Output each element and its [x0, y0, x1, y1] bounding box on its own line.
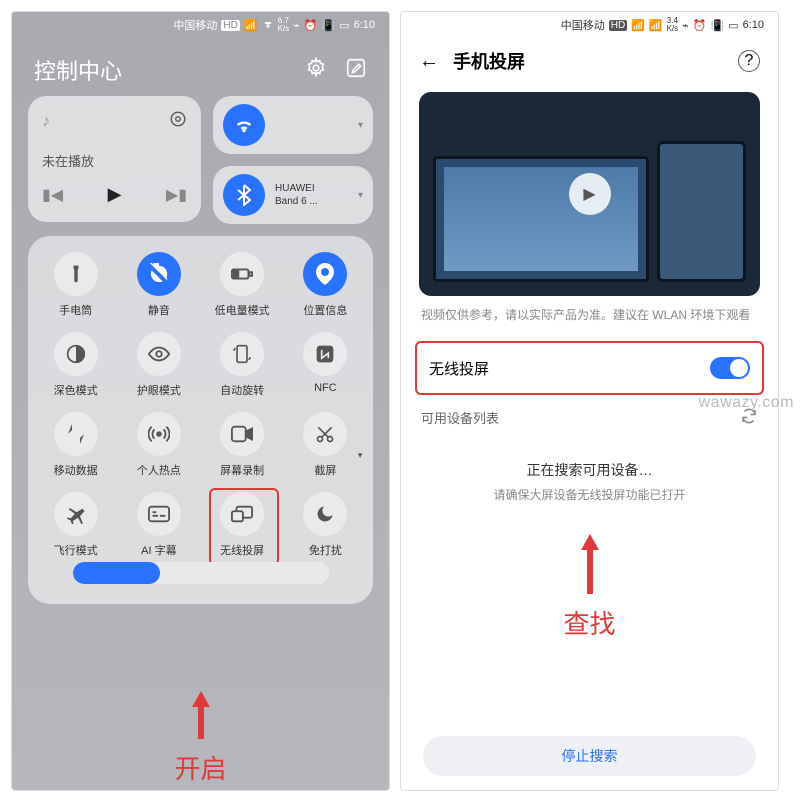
sun-high-icon: ☀ — [337, 563, 351, 583]
wifi-icon — [262, 19, 274, 32]
phone-illustration — [657, 141, 746, 282]
record-icon — [220, 412, 264, 456]
chevron-down-icon: ▾ — [358, 120, 363, 131]
tile-auto-rotate[interactable]: 自动旋转 — [207, 332, 277, 398]
searching-status: 正在搜索可用设备… 请确保大屏设备无线投屏功能已打开 — [401, 460, 778, 503]
tile-dark-mode[interactable]: 深色模式 — [41, 332, 111, 398]
signal-icon: 📶 — [244, 19, 258, 32]
quick-tiles-panel: 手电筒 静音 低电量模式 位置信息 深色模式 护眼模式 自动旋转 NFC 移动数… — [28, 236, 373, 604]
bluetooth-icon: ⌁ — [682, 19, 689, 32]
music-status: 未在播放 — [42, 151, 187, 170]
eye-icon — [137, 332, 181, 376]
tile-mute[interactable]: 静音 — [124, 252, 194, 318]
control-center-title: 控制中心 — [34, 54, 122, 86]
chevron-down-icon: ▾ — [358, 190, 363, 201]
tile-screenshot[interactable]: 截屏▾ — [290, 412, 360, 478]
tile-hotspot[interactable]: 个人热点 — [124, 412, 194, 478]
cast-icon — [220, 492, 264, 536]
location-icon — [303, 252, 347, 296]
prev-track-icon[interactable]: ▮◀ — [42, 185, 63, 205]
wireless-projection-toggle-row[interactable]: 无线投屏 — [415, 341, 764, 395]
tile-eye-comfort[interactable]: 护眼模式 — [124, 332, 194, 398]
bluetooth-tile[interactable]: HUAWEI Band 6 ... ▾ — [213, 166, 373, 224]
tv-illustration — [433, 156, 649, 282]
cast-audio-icon[interactable] — [169, 110, 187, 133]
alarm-icon: ⏰ — [304, 19, 318, 32]
airplane-icon — [54, 492, 98, 536]
instruction-video[interactable]: ▶ — [419, 92, 760, 296]
annotation-arrow-2: 查找 — [563, 532, 615, 641]
play-icon[interactable]: ▶ — [569, 173, 611, 215]
hd-badge: HD — [609, 20, 627, 31]
caption-icon — [137, 492, 181, 536]
carrier-label: 中国移动 — [561, 17, 605, 33]
annotation-arrow-1: 开启 — [174, 689, 226, 786]
tile-location[interactable]: 位置信息 — [290, 252, 360, 318]
status-bar: 中国移动 HD 📶 6.7K/s ⌁ ⏰ 📳 ▭ 6:10 — [12, 12, 389, 38]
toggle-switch[interactable] — [710, 357, 750, 379]
battery-icon: ▭ — [728, 19, 738, 32]
hd-badge: HD — [221, 20, 239, 31]
battery-icon — [220, 252, 264, 296]
screenshot-control-center: 中国移动 HD 📶 6.7K/s ⌁ ⏰ 📳 ▭ 6:10 控制中心 — [11, 11, 390, 791]
vibrate-icon: 📳 — [710, 19, 724, 32]
tile-ai-caption[interactable]: AI 字幕 — [124, 492, 194, 558]
toggle-label: 无线投屏 — [429, 358, 489, 379]
music-card[interactable]: ♪ 未在播放 ▮◀ ▶ ▶▮ — [28, 96, 201, 222]
video-note: 视频仅供参考，请以实际产品为准。建议在 WLAN 环境下观看 — [401, 296, 778, 335]
alarm-icon: ⏰ — [693, 19, 707, 32]
bluetooth-icon: ⌁ — [293, 19, 300, 32]
tile-nfc[interactable]: NFC — [290, 332, 360, 398]
mute-icon — [137, 252, 181, 296]
back-icon[interactable]: ← — [419, 50, 439, 73]
music-icon: ♪ — [42, 113, 50, 131]
tile-wireless-projection[interactable]: 无线投屏 — [207, 492, 277, 558]
battery-icon: ▭ — [339, 19, 349, 32]
wifi-icon — [223, 104, 265, 146]
wifi-icon: 📶 — [649, 19, 663, 32]
nfc-icon — [303, 332, 347, 376]
tile-screen-record[interactable]: 屏幕录制 — [207, 412, 277, 478]
scissors-icon — [303, 412, 347, 456]
stop-search-button[interactable]: 停止搜索 — [423, 736, 756, 776]
tile-dnd[interactable]: 免打扰 — [290, 492, 360, 558]
moon-icon — [303, 492, 347, 536]
hotspot-icon — [137, 412, 181, 456]
play-icon[interactable]: ▶ — [108, 184, 122, 205]
help-icon[interactable]: ? — [738, 50, 760, 72]
page-title: 手机投屏 — [453, 48, 724, 74]
status-bar: 中国移动 HD 📶 📶 3.4K/s ⌁ ⏰ 📳 ▭ 6:10 — [401, 12, 778, 38]
clock: 6:10 — [354, 19, 375, 31]
tile-flashlight[interactable]: 手电筒 — [41, 252, 111, 318]
signal-icon: 📶 — [631, 19, 645, 32]
tile-mobile-data[interactable]: 移动数据 — [41, 412, 111, 478]
mobile-data-icon — [54, 412, 98, 456]
tile-airplane[interactable]: 飞行模式 — [41, 492, 111, 558]
tile-low-battery[interactable]: 低电量模式 — [207, 252, 277, 318]
edit-icon[interactable] — [345, 57, 367, 84]
dark-mode-icon — [54, 332, 98, 376]
carrier-label: 中国移动 — [173, 17, 217, 33]
clock: 6:10 — [743, 19, 764, 31]
rotate-icon — [220, 332, 264, 376]
vibrate-icon: 📳 — [321, 19, 335, 32]
wifi-tile[interactable]: ▾ — [213, 96, 373, 154]
watermark: wawazy.com — [699, 394, 794, 412]
device-list-label: 可用设备列表 — [421, 408, 499, 427]
next-track-icon[interactable]: ▶▮ — [166, 185, 187, 205]
flashlight-icon — [54, 252, 98, 296]
settings-icon[interactable] — [305, 57, 327, 84]
sun-low-icon: ☼ — [50, 564, 65, 582]
bluetooth-icon — [223, 174, 265, 216]
brightness-slider[interactable]: ☼ ☀ — [34, 558, 367, 584]
